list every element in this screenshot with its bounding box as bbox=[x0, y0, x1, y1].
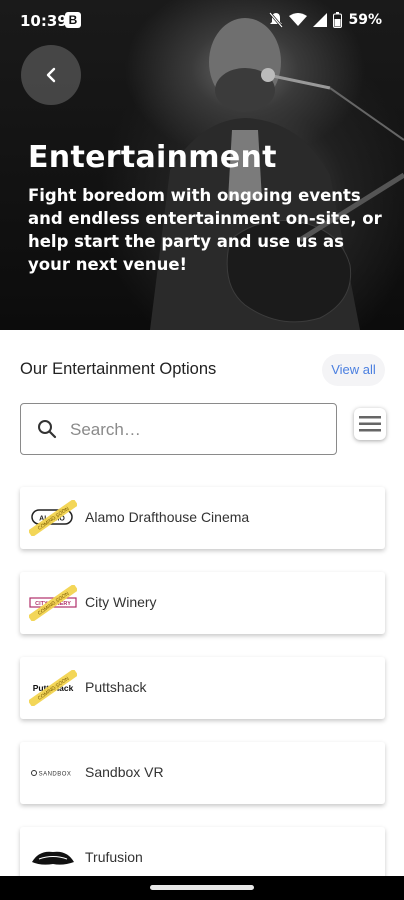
page-description: Fight boredom with ongoing events and en… bbox=[28, 186, 382, 274]
option-name: City Winery bbox=[85, 594, 157, 610]
list-item[interactable]: SANDBOX Sandbox VR bbox=[20, 742, 385, 804]
status-bar: 10:39 B 59% bbox=[0, 0, 404, 44]
hamburger-menu-icon bbox=[359, 416, 381, 432]
filter-menu-button[interactable] bbox=[354, 408, 386, 440]
list-item[interactable]: ALAMO COMING SOON Alamo Drafthouse Cinem… bbox=[20, 487, 385, 549]
sandbox-vr-logo: SANDBOX bbox=[31, 770, 72, 778]
trufusion-logo bbox=[32, 851, 74, 865]
city-winery-logo: CITY WINERY COMING SOON bbox=[29, 585, 77, 621]
system-nav-bar bbox=[0, 876, 404, 900]
option-name: Alamo Drafthouse Cinema bbox=[85, 509, 250, 525]
home-gesture-handle[interactable] bbox=[150, 885, 254, 890]
list-item[interactable]: CITY WINERY COMING SOON City Winery bbox=[20, 572, 385, 634]
search-input[interactable] bbox=[68, 416, 322, 444]
puttshack-logo: Puttshack COMING SOON bbox=[29, 670, 77, 706]
option-name: Trufusion bbox=[85, 849, 143, 865]
search-icon bbox=[38, 420, 57, 439]
alamo-logo: ALAMO COMING SOON bbox=[29, 500, 77, 536]
signal-icon bbox=[313, 13, 328, 27]
search-box[interactable] bbox=[20, 403, 337, 455]
section-title: Our Entertainment Options bbox=[20, 360, 217, 378]
status-time: 10:39 bbox=[20, 12, 68, 30]
list-item[interactable]: Puttshack COMING SOON Puttshack bbox=[20, 657, 385, 719]
hero-banner: 10:39 B 59% Entertainment Fight boredom … bbox=[0, 0, 404, 330]
chevron-left-icon bbox=[46, 67, 56, 83]
battery-icon bbox=[333, 12, 343, 28]
svg-text:SANDBOX: SANDBOX bbox=[39, 772, 72, 778]
app-badge-icon: B bbox=[65, 12, 81, 28]
option-name: Puttshack bbox=[85, 679, 147, 695]
option-name: Sandbox VR bbox=[85, 764, 164, 780]
view-all-button[interactable]: View all bbox=[322, 354, 385, 386]
wifi-icon bbox=[289, 13, 308, 26]
status-icons: 59% bbox=[269, 12, 382, 28]
mute-icon bbox=[269, 12, 284, 28]
battery-percent: 59% bbox=[348, 12, 382, 28]
page-title: Entertainment bbox=[28, 140, 277, 175]
back-button[interactable] bbox=[21, 45, 81, 105]
